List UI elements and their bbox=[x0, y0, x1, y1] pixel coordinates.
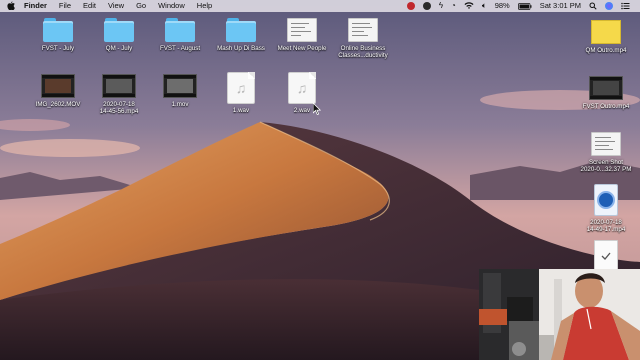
desktop-item-mash-up-di-bass-folder[interactable]: Mash Up Di Bass bbox=[209, 18, 273, 52]
webcam-overlay bbox=[479, 269, 640, 360]
document-icon bbox=[287, 18, 317, 42]
document-icon bbox=[594, 240, 618, 270]
video-thumbnail-icon bbox=[41, 74, 75, 98]
menu-app-finder[interactable]: Finder bbox=[22, 0, 53, 12]
record-icon[interactable] bbox=[403, 0, 419, 12]
desktop-item-1-wav[interactable]: ♫ 1.wav bbox=[209, 72, 273, 114]
quicktime-file-icon bbox=[594, 184, 618, 216]
item-label: Online Business Classes...ductivity bbox=[338, 45, 388, 60]
battery-percent: 98% bbox=[494, 1, 510, 10]
desktop-item-meet-new-people[interactable]: Meet New People bbox=[270, 18, 334, 52]
skype-icon[interactable] bbox=[419, 0, 435, 12]
folder-icon bbox=[165, 18, 195, 42]
desktop-item-qm-july-folder[interactable]: QM - July bbox=[87, 18, 151, 52]
document-icon bbox=[348, 18, 378, 42]
item-label: Mash Up Di Bass bbox=[217, 45, 265, 52]
desktop-item-1-mov[interactable]: 1.mov bbox=[148, 74, 212, 108]
desktop-item-qm-outro-mp4[interactable]: QM Outro.mp4 bbox=[574, 20, 638, 54]
item-label: 2.wav bbox=[293, 107, 311, 114]
battery-icon[interactable] bbox=[514, 0, 536, 12]
bolt-icon[interactable]: ϟ bbox=[435, 0, 447, 12]
volume-icon[interactable]: 🔈︎ bbox=[478, 0, 491, 12]
item-label: Meet New People bbox=[277, 45, 327, 52]
menu-edit[interactable]: Edit bbox=[77, 0, 102, 12]
item-label: QM Outro.mp4 bbox=[585, 47, 627, 54]
item-label: 1.wav bbox=[232, 107, 250, 114]
video-thumbnail-icon bbox=[589, 76, 623, 100]
desktop-item-fvst-july-folder[interactable]: FVST - July bbox=[26, 18, 90, 52]
menu-clock[interactable]: Sat 3:01 PM bbox=[536, 0, 585, 12]
desktop-item-2-wav[interactable]: ♫ 2.wav bbox=[270, 72, 334, 114]
video-thumbnail-icon bbox=[591, 20, 621, 44]
menu-go[interactable]: Go bbox=[130, 0, 152, 12]
notification-center-icon[interactable] bbox=[617, 0, 634, 12]
desktop-item-screen-shot[interactable]: Screen Shot 2020-0...32.37 PM bbox=[574, 132, 638, 174]
desktop-item-fvst-outro-mp4[interactable]: FVST Outro.mp4 bbox=[574, 76, 638, 110]
video-thumbnail-icon bbox=[163, 74, 197, 98]
item-label: 2020-07-18 14-49-17.mp4 bbox=[586, 219, 626, 234]
item-label: Screen Shot 2020-0...32.37 PM bbox=[580, 159, 632, 174]
folder-icon bbox=[43, 18, 73, 42]
item-label: FVST - August bbox=[159, 45, 201, 52]
desktop-item-2020-07-18-14-49-17-mp4[interactable]: 2020-07-18 14-49-17.mp4 bbox=[574, 184, 638, 234]
apple-logo-icon[interactable] bbox=[0, 1, 22, 12]
music-note-icon: ♫ bbox=[227, 72, 255, 104]
menu-window[interactable]: Window bbox=[152, 0, 191, 12]
menu-view[interactable]: View bbox=[102, 0, 130, 12]
item-label: QM - July bbox=[105, 45, 133, 52]
folder-icon bbox=[226, 18, 256, 42]
desktop-item-fvst-august-folder[interactable]: FVST - August bbox=[148, 18, 212, 52]
video-thumbnail-icon bbox=[102, 74, 136, 98]
menu-bar: Finder File Edit View Go Window Help ϟ ◔… bbox=[0, 0, 640, 12]
desktop-item-online-business-classes[interactable]: Online Business Classes...ductivity bbox=[331, 18, 395, 60]
desktop-item-2020-07-18-14-45-56-mp4[interactable]: 2020-07-18 14-45-56.mp4 bbox=[87, 74, 151, 116]
presenter-video-feed bbox=[479, 269, 640, 360]
search-icon[interactable] bbox=[585, 0, 601, 12]
siri-icon[interactable] bbox=[601, 0, 617, 12]
time-machine-icon[interactable]: ◔ bbox=[447, 0, 460, 12]
item-label: FVST Outro.mp4 bbox=[582, 103, 630, 110]
screenshot-thumbnail-icon bbox=[591, 132, 621, 156]
item-label: FVST - July bbox=[41, 45, 75, 52]
wifi-icon[interactable] bbox=[460, 0, 478, 12]
menu-help[interactable]: Help bbox=[191, 0, 218, 12]
item-label: 2020-07-18 14-45-56.mp4 bbox=[99, 101, 139, 116]
desktop-item-document[interactable] bbox=[574, 240, 638, 270]
folder-icon bbox=[104, 18, 134, 42]
item-label: IMG_2602.MOV bbox=[35, 101, 81, 108]
desktop-item-img-2602-mov[interactable]: IMG_2602.MOV bbox=[26, 74, 90, 108]
item-label: 1.mov bbox=[171, 101, 189, 108]
menu-file[interactable]: File bbox=[53, 0, 77, 12]
music-note-icon: ♫ bbox=[288, 72, 316, 104]
